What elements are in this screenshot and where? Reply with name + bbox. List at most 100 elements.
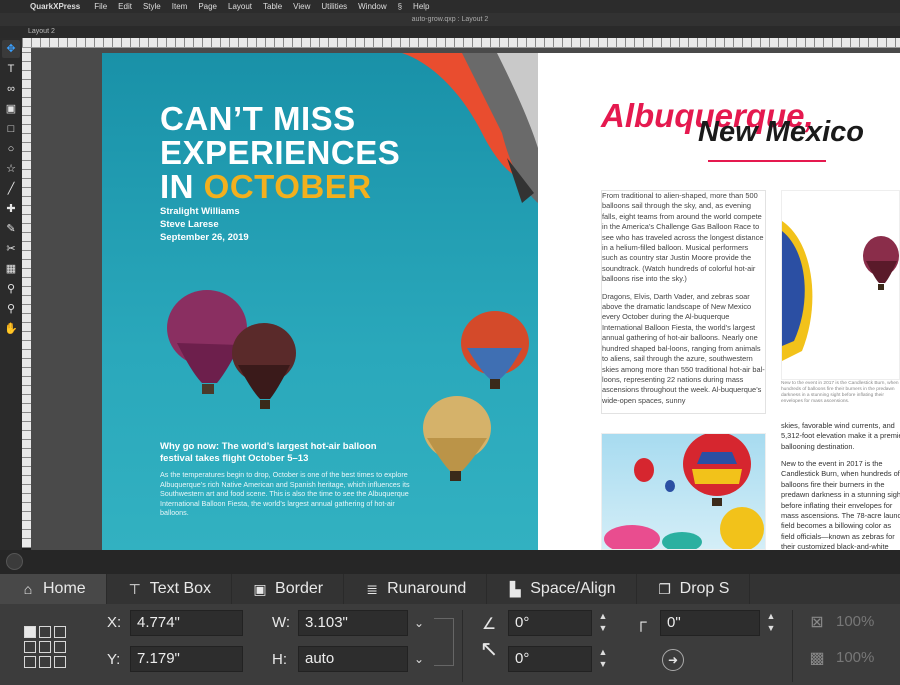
menu-view[interactable]: View	[293, 2, 310, 11]
menu-window[interactable]: Window	[358, 2, 386, 11]
ref-point-bc[interactable]	[39, 656, 51, 668]
vertical-ruler[interactable]	[22, 48, 31, 548]
opacity-field-2[interactable]: 100%	[830, 646, 900, 672]
drop-shadow-icon: ❐	[658, 580, 671, 597]
rotation-stepper-icon[interactable]: ▲ ▼	[596, 610, 610, 636]
menu-layout[interactable]: Layout	[228, 2, 252, 11]
tab-border[interactable]: ▣ Border	[232, 574, 345, 604]
corner-radius-field[interactable]: 0"	[660, 610, 760, 636]
border-icon: ▣	[253, 580, 267, 597]
left-page[interactable]: CAN’T MISS EXPERIENCES IN OCTOBER Strali…	[102, 53, 538, 550]
rotation-angle-field[interactable]: 0°	[508, 610, 592, 636]
linking-tool-icon[interactable]: ∞	[2, 80, 20, 98]
item-tool-icon[interactable]: ✥	[2, 40, 20, 58]
tab-drop-shadow[interactable]: ❐ Drop S	[637, 574, 751, 604]
eyedropper-icon[interactable]: ⚲	[2, 280, 20, 298]
menu-utilities[interactable]: Utilities	[321, 2, 347, 11]
x-label: X:	[107, 614, 122, 631]
w-label: W:	[272, 614, 291, 631]
w-field[interactable]: 3.103"	[298, 610, 408, 636]
skew-angle-field[interactable]: 0°	[508, 646, 592, 672]
ref-point-br[interactable]	[54, 656, 66, 668]
photo-caption: New to the event in 2017 is the Candlest…	[781, 381, 899, 404]
picture-content-tool-icon[interactable]: ▣	[2, 100, 20, 118]
h-dropdown-chevron-icon[interactable]: ⌄	[409, 646, 429, 672]
paragraph-2: Dragons, Elvis, Darth Vader, and zebras …	[602, 291, 765, 405]
body-text-left: As the temperatures begin to drop, Octob…	[160, 470, 410, 518]
divider-2	[792, 610, 793, 682]
rotation-angle-icon: ∠	[481, 616, 497, 633]
horizontal-ruler[interactable]	[22, 38, 900, 48]
menu-help[interactable]: Help	[413, 2, 429, 11]
zoom-icon[interactable]: ⚲	[2, 300, 20, 318]
tab-runaround[interactable]: ≣ Runaround	[344, 574, 488, 604]
tab-runaround-label: Runaround	[387, 580, 467, 597]
title-underline	[708, 160, 826, 162]
ref-point-tl[interactable]	[24, 626, 36, 638]
menu-table[interactable]: Table	[263, 2, 282, 11]
state-title: New Mexico	[698, 116, 864, 148]
ref-point-bl[interactable]	[24, 656, 36, 668]
balloon-photo-top-graphic	[782, 221, 899, 361]
box-color-icon[interactable]: ⊠	[805, 612, 829, 632]
line-tool-icon[interactable]: ╱	[2, 180, 20, 198]
mouse-pointer-icon: ↖	[479, 636, 499, 661]
reference-point-grid[interactable]	[24, 626, 68, 670]
layout-tab[interactable]: Layout 2	[0, 26, 900, 38]
opacity-field-1[interactable]: 100%	[830, 610, 900, 636]
tab-home[interactable]: ⌂ Home	[0, 574, 107, 604]
tab-text-box[interactable]: ⊤ Text Box	[107, 574, 233, 604]
tab-home-label: Home	[43, 580, 86, 597]
script-icon[interactable]: §	[398, 2, 402, 11]
corner-radius-icon[interactable]: ┌	[630, 614, 652, 632]
tool-palette: ✥ T ∞ ▣ □ ○ ☆ ╱ ✚ ✎ ✂ ▦ ⚲ ⚲ ✋	[0, 38, 22, 550]
y-field[interactable]: 7.179"	[130, 646, 243, 672]
link-proportions-icon[interactable]	[434, 618, 454, 666]
paragraph-1: From traditional to alien-shaped, more t…	[602, 191, 764, 284]
corner-stepper-icon[interactable]: ▲ ▼	[764, 610, 778, 636]
shade-pattern-icon[interactable]: ▩	[805, 648, 829, 668]
bezier-tool-icon[interactable]: ✎	[2, 220, 20, 238]
oval-box-icon[interactable]: ○	[2, 140, 20, 158]
ref-point-tc[interactable]	[39, 626, 51, 638]
table-tool-icon[interactable]: ▦	[2, 260, 20, 278]
w-dropdown-chevron-icon[interactable]: ⌄	[409, 610, 429, 636]
layout-tab-label: Layout 2	[28, 28, 55, 35]
text-column-left[interactable]: From traditional to alien-shaped, more t…	[601, 190, 766, 415]
author-2: Steve Larese	[160, 219, 219, 230]
text-box-icon: ⊤	[128, 580, 141, 597]
text-content-tool-icon[interactable]: T	[2, 60, 20, 78]
menu-edit[interactable]: Edit	[118, 2, 132, 11]
palette-handle-icon[interactable]	[6, 553, 23, 570]
menu-file[interactable]: File	[94, 2, 107, 11]
ref-point-tr[interactable]	[54, 626, 66, 638]
rectangle-box-icon[interactable]: □	[2, 120, 20, 138]
x-field[interactable]: 4.774"	[130, 610, 243, 636]
menu-page[interactable]: Page	[198, 2, 217, 11]
measurements-palette: ⌂ Home ⊤ Text Box ▣ Border ≣ Runaround ▙ Spac…	[0, 574, 900, 685]
ref-point-ml[interactable]	[24, 641, 36, 653]
ref-point-mr[interactable]	[54, 641, 66, 653]
menu-style[interactable]: Style	[143, 2, 161, 11]
tab-text-box-label: Text Box	[149, 580, 212, 597]
scissors-icon[interactable]: ✂	[2, 240, 20, 258]
skew-stepper-icon[interactable]: ▲ ▼	[596, 646, 610, 672]
arrow-right-circle-icon[interactable]: ➜	[662, 649, 684, 671]
palette-drag-strip	[0, 550, 900, 574]
tab-space-align[interactable]: ▙ Space/Align	[487, 574, 637, 604]
divider-1	[462, 610, 463, 682]
pan-hand-icon[interactable]: ✋	[2, 320, 20, 338]
balloon-photo-top[interactable]	[781, 190, 900, 380]
star-box-icon[interactable]: ☆	[2, 160, 20, 178]
menu-item[interactable]: Item	[172, 2, 188, 11]
headline-accent: OCTOBER	[203, 168, 372, 205]
runaround-icon: ≣	[366, 580, 378, 597]
menu-app-name[interactable]: QuarkXPress	[30, 2, 80, 11]
h-field[interactable]: auto	[298, 646, 408, 672]
headline-line-1: CAN’T MISS	[160, 100, 356, 137]
balloon-photo-bottom[interactable]	[601, 433, 766, 550]
pen-tool-icon[interactable]: ✚	[2, 200, 20, 218]
layout-canvas[interactable]: CAN’T MISS EXPERIENCES IN OCTOBER Strali…	[31, 48, 900, 550]
right-page[interactable]: Albuquerque, New Mexico From traditional…	[538, 53, 900, 550]
ref-point-mc[interactable]	[39, 641, 51, 653]
